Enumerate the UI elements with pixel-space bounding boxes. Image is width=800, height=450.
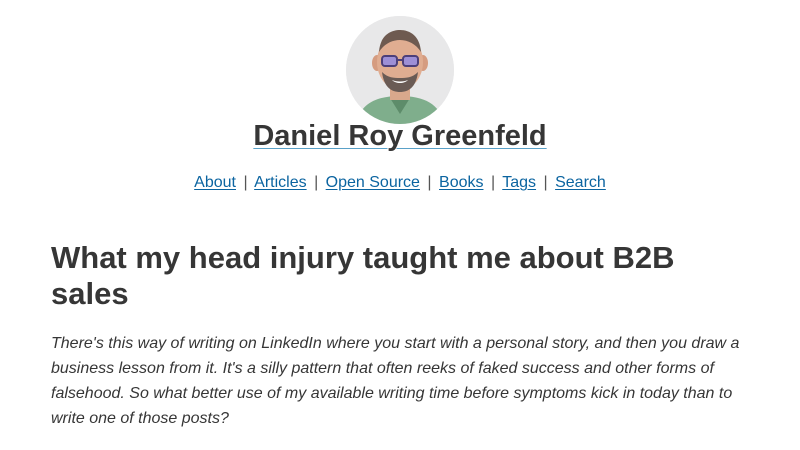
nav-link-search[interactable]: Search <box>555 174 606 191</box>
nav-separator: | <box>543 174 548 191</box>
page: Daniel Roy Greenfeld About | Articles | … <box>0 0 800 450</box>
nav-separator: | <box>314 174 319 191</box>
nav-link-tags[interactable]: Tags <box>502 174 536 191</box>
nav-separator: | <box>427 174 432 191</box>
nav-link-books[interactable]: Books <box>439 174 483 191</box>
nav-separator: | <box>490 174 496 191</box>
nav-link-about[interactable]: About <box>194 174 236 191</box>
article-intro: There's this way of writing on LinkedIn … <box>51 335 740 427</box>
site-title: Daniel Roy Greenfeld <box>0 117 800 155</box>
nav-link-articles[interactable]: Articles <box>254 174 306 191</box>
article-title: What my head injury taught me about B2B … <box>51 240 675 311</box>
nav-separator: | <box>243 174 248 191</box>
nav-link-open-source[interactable]: Open Source <box>326 174 420 191</box>
main-nav: About | Articles | Open Source | Books |… <box>0 172 800 194</box>
avatar[interactable] <box>346 16 454 124</box>
site-title-link[interactable]: Daniel Roy Greenfeld <box>253 120 546 152</box>
avatar-portrait-image <box>346 16 454 124</box>
